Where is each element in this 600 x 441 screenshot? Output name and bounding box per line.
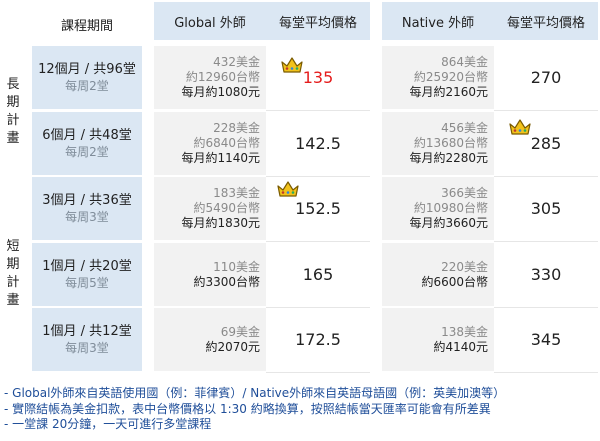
crown-icon [276, 180, 300, 198]
footnote: - 實際結帳為美金扣款，表中台幣價格以 1:30 約略換算，按照結帳當天匯率可能… [4, 401, 491, 416]
global-avg-price-header: 每堂平均價格 [266, 2, 370, 40]
global-amount-cell: 69美金 約2070元 [154, 308, 266, 371]
native-monthly-amount: 每月約3660元 [409, 216, 488, 230]
footnote: - Global外師來自英語使用國（例：菲律賓）/ Native外師來自英語母語… [4, 386, 506, 400]
global-twd-amount: 約6840台幣 [193, 136, 260, 150]
plan-duration: 3個月 / 共36堂 [42, 193, 132, 208]
global-twd-amount: 約5490台幣 [193, 201, 260, 215]
native-twd-amount: 約13680台幣 [413, 136, 488, 150]
global-avg-price-header-label: 每堂平均價格 [278, 15, 357, 31]
long-term-plan-label: 長期計畫 [6, 77, 20, 146]
native-price-per-class: 270 [530, 68, 562, 87]
global-teacher-header-label: Global 外師 [174, 15, 246, 31]
global-teacher-header: Global 外師 [154, 2, 266, 40]
plan-duration: 12個月 / 共96堂 [38, 62, 136, 77]
global-twd-amount: 約12960台幣 [185, 70, 260, 84]
course-period-header-label: 課程期間 [60, 18, 113, 34]
footnotes: - Global外師來自英語使用國（例：菲律賓）/ Native外師來自英語母語… [4, 386, 505, 433]
native-price-per-class: 305 [530, 199, 562, 218]
native-twd-amount: 約10980台幣 [413, 201, 488, 215]
plan-cell: 12個月 / 共96堂 每周2堂 [32, 46, 142, 109]
row-divider [494, 372, 598, 373]
native-monthly-amount: 每月約2160元 [409, 85, 488, 99]
native-amount-cell: 138美金 約4140元 [382, 308, 494, 371]
native-avg-price-header: 每堂平均價格 [494, 2, 598, 40]
native-price-per-class: 345 [530, 330, 562, 349]
global-amount-cell: 183美金 約5490台幣 每月約1830元 [154, 177, 266, 240]
row-divider [266, 241, 370, 242]
global-monthly-amount: 每月約1830元 [181, 216, 260, 230]
plan-frequency: 每周5堂 [65, 276, 109, 290]
global-usd-amount: 228美金 [213, 121, 260, 135]
plan-duration: 6個月 / 共48堂 [42, 128, 132, 143]
global-twd-amount: 約2070元 [205, 339, 260, 354]
crown-icon [508, 118, 532, 136]
plan-cell: 1個月 / 共12堂 每周3堂 [32, 308, 142, 371]
plan-frequency: 每周2堂 [65, 145, 109, 159]
native-monthly-amount: 每月約2280元 [409, 151, 488, 165]
global-amount-cell: 228美金 約6840台幣 每月約1140元 [154, 112, 266, 175]
native-avg-price-header-label: 每堂平均價格 [506, 15, 585, 31]
native-usd-amount: 456美金 [441, 121, 488, 135]
plan-cell: 6個月 / 共48堂 每周2堂 [32, 112, 142, 175]
plan-frequency: 每周3堂 [65, 210, 109, 224]
global-monthly-amount: 每月約1140元 [181, 151, 260, 165]
native-usd-amount: 864美金 [441, 55, 488, 69]
native-price-per-class: 330 [530, 265, 562, 284]
global-price-per-class: 165 [302, 265, 334, 284]
global-price-per-class: 172.5 [295, 330, 341, 349]
footnote: - 一堂課 20分鐘，一天可進行多堂課程 [4, 417, 212, 431]
native-twd-amount: 約6600台幣 [421, 274, 488, 289]
global-usd-amount: 110美金 [213, 259, 260, 274]
plan-frequency: 每周2堂 [65, 79, 109, 93]
short-term-plan-label: 短期計畫 [6, 239, 20, 308]
native-teacher-header-label: Native 外師 [401, 15, 475, 31]
global-usd-amount: 183美金 [213, 186, 260, 200]
global-usd-amount: 69美金 [220, 324, 260, 339]
native-usd-amount: 366美金 [441, 186, 488, 200]
plan-frequency: 每周3堂 [65, 341, 109, 355]
native-twd-amount: 約25920台幣 [413, 70, 488, 84]
row-divider [266, 110, 370, 111]
global-monthly-amount: 每月約1080元 [181, 85, 260, 99]
plan-cell: 1個月 / 共20堂 每周5堂 [32, 243, 142, 306]
native-usd-amount: 220美金 [441, 259, 488, 274]
native-amount-cell: 366美金 約10980台幣 每月約3660元 [382, 177, 494, 240]
global-amount-cell: 110美金 約3300台幣 [154, 243, 266, 306]
native-amount-cell: 864美金 約25920台幣 每月約2160元 [382, 46, 494, 109]
native-usd-amount: 138美金 [441, 324, 488, 339]
global-amount-cell: 432美金 約12960台幣 每月約1080元 [154, 46, 266, 109]
global-usd-amount: 432美金 [213, 55, 260, 69]
global-twd-amount: 約3300台幣 [193, 274, 260, 289]
native-twd-amount: 約4140元 [433, 339, 488, 354]
plan-duration: 1個月 / 共12堂 [42, 324, 132, 339]
native-amount-cell: 220美金 約6600台幣 [382, 243, 494, 306]
native-amount-cell: 456美金 約13680台幣 每月約2280元 [382, 112, 494, 175]
row-divider [266, 372, 370, 373]
plan-cell: 3個月 / 共36堂 每周3堂 [32, 177, 142, 240]
course-period-header: 課程期間 [32, 5, 142, 43]
row-divider [494, 241, 598, 242]
row-divider [494, 110, 598, 111]
native-teacher-header: Native 外師 [382, 2, 494, 40]
plan-duration: 1個月 / 共20堂 [42, 259, 132, 274]
crown-icon [280, 56, 304, 74]
global-price-per-class: 142.5 [295, 134, 341, 153]
